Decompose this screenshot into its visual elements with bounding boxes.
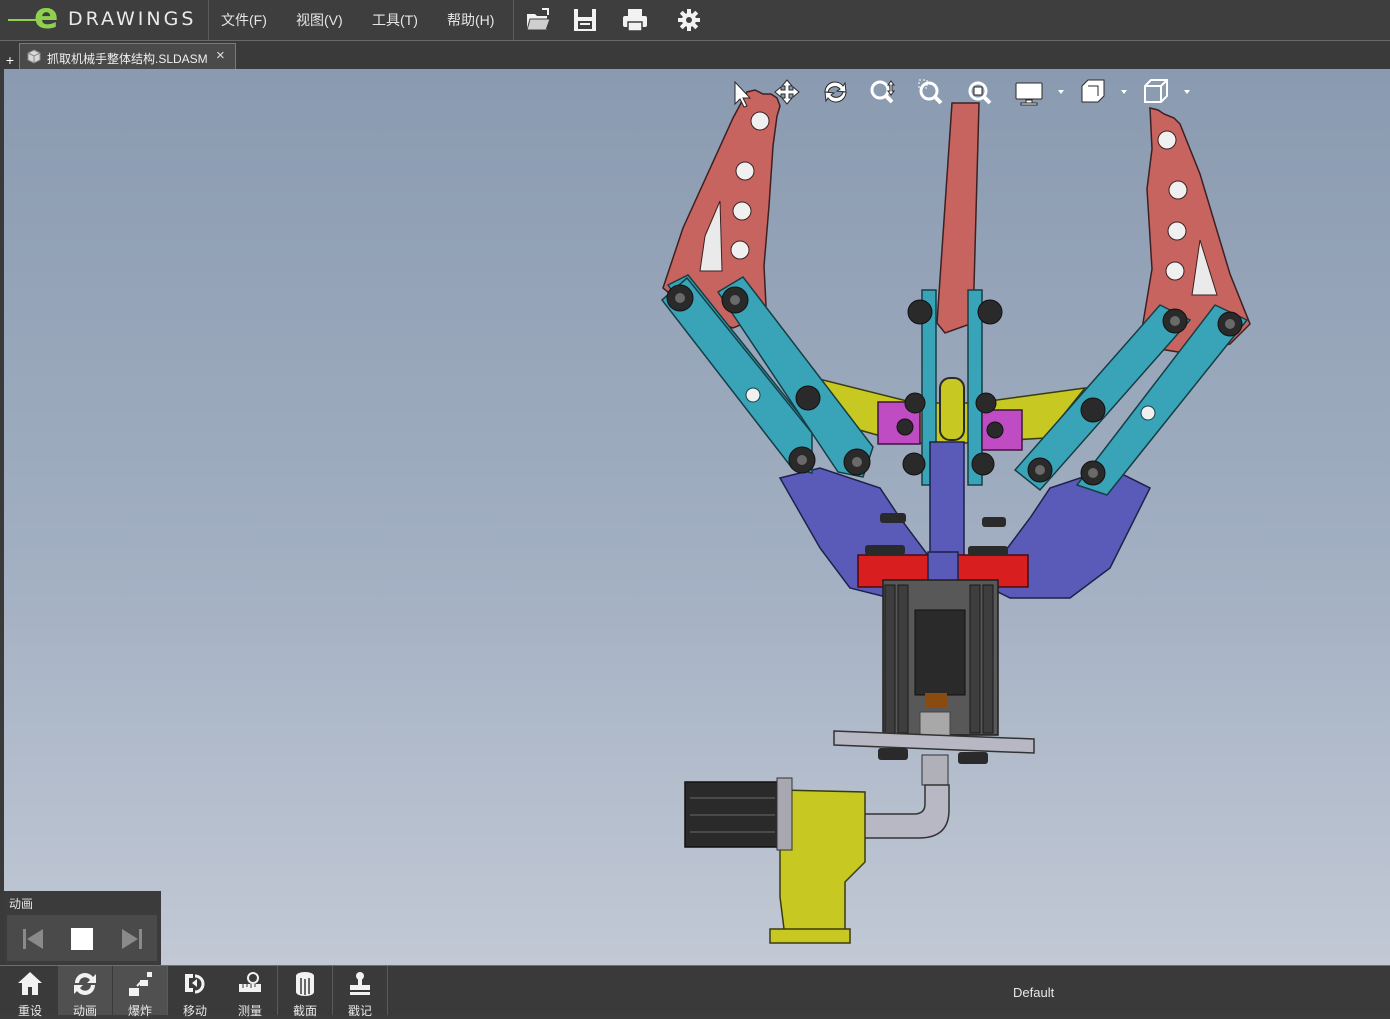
- configuration-name: Default: [1013, 985, 1055, 1000]
- animate-button[interactable]: 动画: [58, 966, 112, 1018]
- stop-icon[interactable]: [71, 928, 93, 950]
- logo-text: DRAWINGS: [68, 8, 197, 30]
- stamp-icon: [350, 972, 370, 995]
- print-icon[interactable]: [621, 6, 649, 34]
- logo-mark: e: [34, 0, 59, 37]
- view-toolbar: [734, 79, 1190, 108]
- save-icon[interactable]: [571, 6, 599, 34]
- next-icon[interactable]: [120, 927, 144, 951]
- animation-panel: 动画: [4, 891, 161, 965]
- section-button[interactable]: 截面: [278, 966, 332, 1018]
- standard-views-icon[interactable]: [1144, 79, 1190, 103]
- section-icon: [296, 972, 314, 996]
- logo-line: [8, 19, 36, 21]
- assembly-icon: [27, 49, 41, 64]
- settings-gear-icon[interactable]: [675, 6, 703, 34]
- shading-icon[interactable]: [1081, 79, 1127, 103]
- stamp-button[interactable]: 戳记: [333, 966, 387, 1018]
- menu-help[interactable]: 帮助(H): [447, 10, 494, 30]
- document-tab-bar: + 抓取机械手整体结构.SLDASM ×: [0, 40, 1390, 70]
- explode-button[interactable]: 爆炸: [113, 966, 167, 1018]
- close-tab-icon[interactable]: ×: [216, 47, 225, 64]
- measure-label: 测量: [237, 1004, 262, 1018]
- select-arrow-icon[interactable]: [734, 80, 752, 108]
- home-icon: [18, 972, 42, 995]
- animate-label: 动画: [72, 1004, 97, 1018]
- animation-controls: [7, 915, 157, 961]
- measure-button[interactable]: 测量: [223, 966, 277, 1018]
- reset-label: 重设: [17, 1004, 42, 1018]
- title-bar: e DRAWINGS 文件(F) 视图(V) 工具(T) 帮助(H): [0, 0, 1390, 40]
- menu-file[interactable]: 文件(F): [221, 10, 267, 30]
- pan-icon[interactable]: [774, 79, 800, 105]
- move-button[interactable]: 移动: [168, 966, 222, 1018]
- document-tab-label: 抓取机械手整体结构.SLDASM: [47, 52, 208, 66]
- reset-button[interactable]: 重设: [3, 966, 57, 1018]
- section-label: 截面: [292, 1004, 317, 1018]
- menu-view[interactable]: 视图(V): [296, 10, 343, 30]
- pipe-vertical: [921, 754, 949, 786]
- new-tab-button[interactable]: +: [3, 53, 17, 67]
- explode-icon: [129, 972, 152, 996]
- pipe-elbow: [863, 784, 950, 839]
- document-tab[interactable]: 抓取机械手整体结构.SLDASM ×: [19, 43, 236, 70]
- bottom-toolbar: 重设 动画 爆炸 移动 测量 截面 戳记 Default: [0, 965, 1390, 1018]
- separator: [387, 966, 388, 1015]
- explode-label: 爆炸: [127, 1004, 152, 1018]
- menu-tools[interactable]: 工具(T): [372, 10, 418, 30]
- animate-icon: [74, 973, 96, 995]
- zoom-to-area-icon[interactable]: [918, 79, 943, 105]
- separator: [208, 0, 209, 40]
- zoom-icon[interactable]: [870, 80, 895, 104]
- motor-housing: [779, 789, 866, 938]
- 3d-viewport[interactable]: [4, 69, 1390, 965]
- display-style-icon[interactable]: [1015, 82, 1064, 106]
- roller: [939, 377, 965, 441]
- open-icon[interactable]: [524, 6, 552, 34]
- previous-icon[interactable]: [21, 927, 45, 951]
- gripper-assembly-model: [660, 89, 1251, 944]
- stamp-label: 戳记: [347, 1004, 372, 1018]
- move-icon: [185, 974, 205, 994]
- flange-plate: [833, 730, 1035, 754]
- zoom-to-fit-icon[interactable]: [968, 81, 992, 105]
- separator: [513, 0, 514, 40]
- move-label: 移动: [182, 1004, 207, 1018]
- animation-panel-title: 动画: [9, 897, 34, 911]
- rotate-icon[interactable]: [824, 81, 847, 103]
- edrawings-logo: e DRAWINGS: [8, 0, 208, 38]
- measure-icon: [239, 972, 261, 992]
